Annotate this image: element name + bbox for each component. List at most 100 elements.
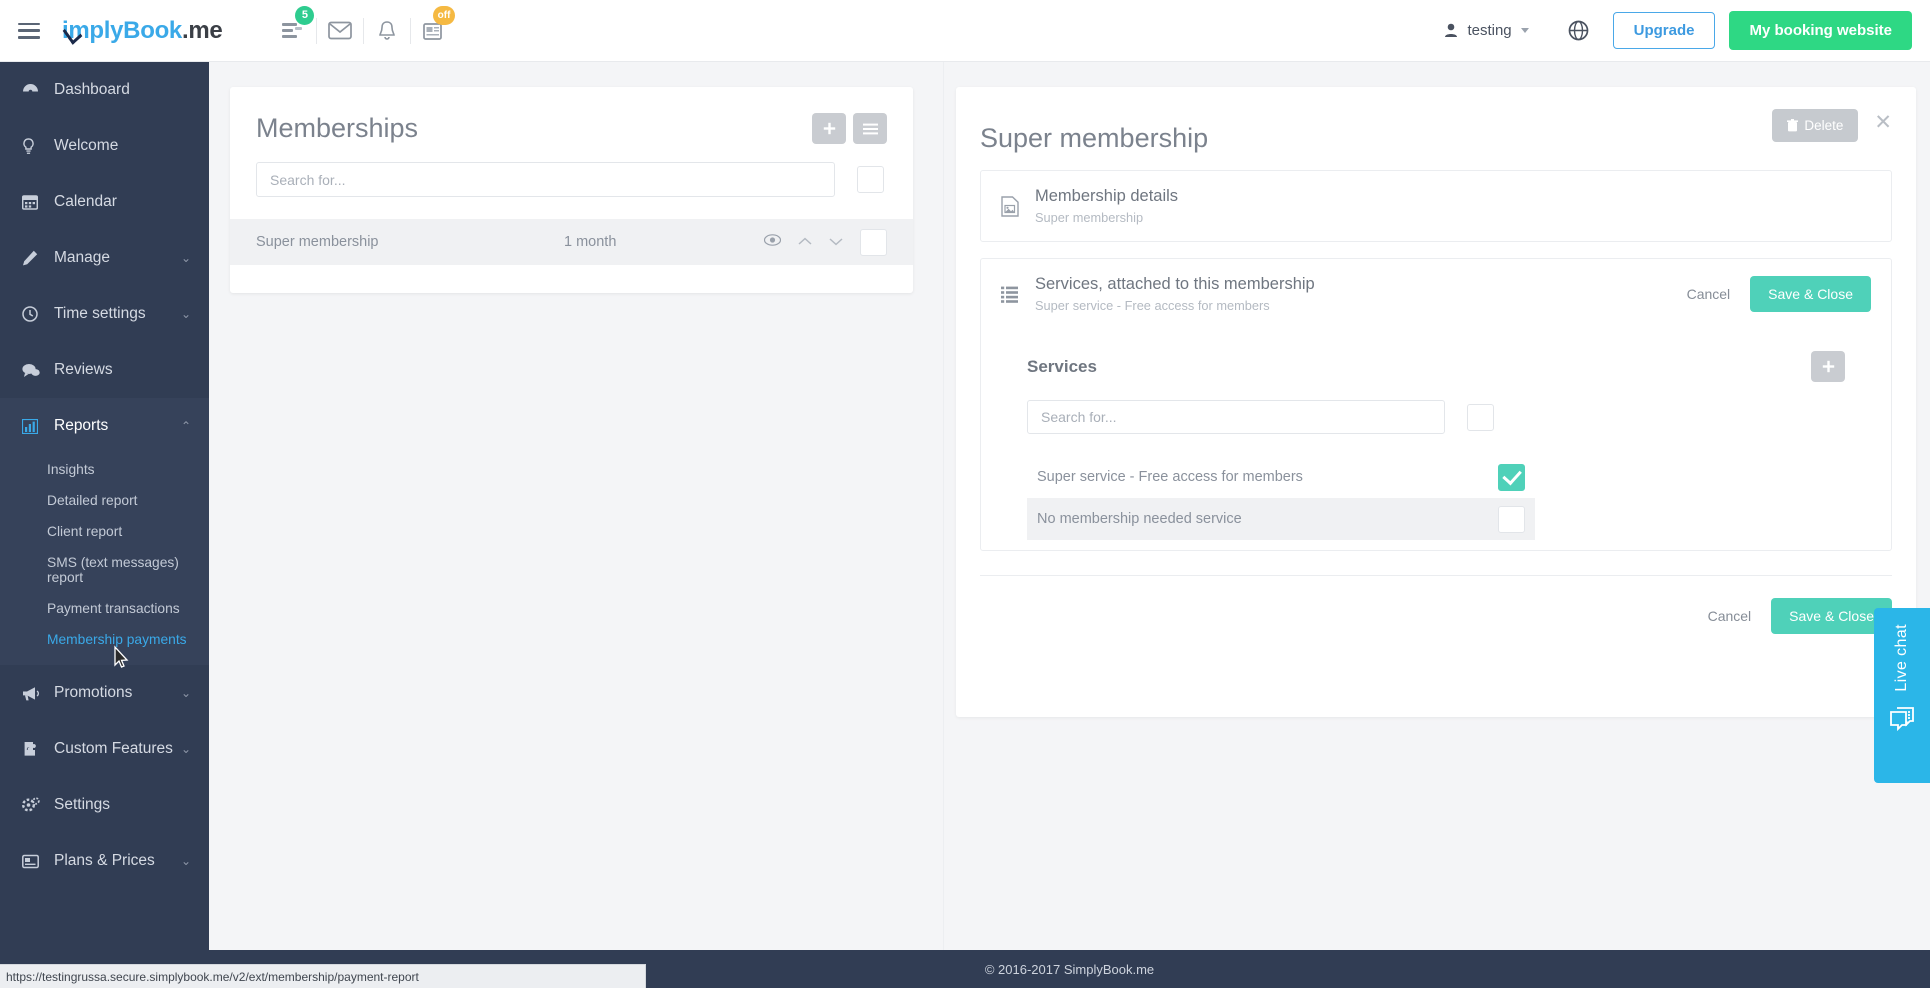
dashboard-icon [22,83,48,97]
mail-icon[interactable] [317,10,363,52]
save-close-button-top[interactable]: Save & Close [1750,276,1871,312]
user-name-label: testing [1467,22,1512,39]
add-membership-button[interactable] [812,113,846,144]
sidebar-nav: Dashboard Welcome Calendar Manage ⌄ Time… [0,62,209,950]
list-item[interactable]: Super service - Free access for members [1027,456,1535,498]
chevron-down-icon: ⌄ [180,686,191,700]
services-select-all-checkbox[interactable] [1467,403,1494,431]
chevron-down-icon: ⌄ [180,251,191,265]
sidebar-item-label: Settings [54,796,111,813]
logo-primary-text: implyBook [62,16,182,44]
header-right-group: testing Upgrade My booking website [1428,11,1930,51]
membership-details-block[interactable]: Membership details Super membership [980,170,1892,242]
service-search-input[interactable]: Search for... [1027,400,1445,434]
services-title: Services [1027,356,1097,376]
trash-icon [1787,119,1799,132]
block-text: Services, attached to this membership Su… [1035,275,1315,313]
service-name: No membership needed service [1037,511,1242,527]
detail-header-actions: Delete ✕ [1772,109,1892,142]
add-service-button[interactable] [1811,351,1845,382]
live-chat-widget[interactable]: Live chat [1874,608,1930,783]
sidebar-item-label: Welcome [54,137,119,154]
my-booking-website-button[interactable]: My booking website [1729,11,1912,50]
row-checkbox[interactable] [860,228,887,256]
sidebar-subitem-client-report[interactable]: Client report [0,516,209,547]
bell-icon[interactable] [364,10,410,52]
sidebar-item-welcome[interactable]: Welcome [0,118,209,174]
sidebar-item-settings[interactable]: Settings [0,777,209,833]
sidebar-subitem-detailed-report[interactable]: Detailed report [0,485,209,516]
memberships-search-row: Search for... [230,144,913,219]
service-checkbox[interactable] [1498,463,1525,491]
mouse-cursor [109,645,131,678]
logo-suffix-text: .me [181,16,223,44]
delete-button[interactable]: Delete [1772,109,1859,142]
membership-duration: 1 month [564,234,617,250]
chat-bubble-icon [1887,706,1917,741]
block-actions: Cancel Save & Close [1687,276,1871,312]
user-menu[interactable]: testing [1428,14,1544,47]
upgrade-button[interactable]: Upgrade [1612,12,1716,49]
sidebar-item-time-settings[interactable]: Time settings ⌄ [0,286,209,342]
delete-label: Delete [1804,118,1844,133]
memberships-panel: Memberships Search for... Super membersh… [230,87,913,293]
pencil-icon [22,250,48,266]
sidebar-subitem-sms-report[interactable]: SMS (text messages) report [0,547,209,593]
table-row[interactable]: Super membership 1 month [230,219,913,265]
card-icon [22,854,48,869]
news-badge: off [432,5,456,25]
membership-list-options-button[interactable] [853,113,887,144]
sidebar-subitem-payment-transactions[interactable]: Payment transactions [0,593,209,624]
memberships-header-actions [812,113,887,144]
search-input[interactable]: Search for... [256,162,835,197]
sidebar-item-label: Calendar [54,193,117,210]
page-title: Memberships [256,113,419,143]
detail-title: Super membership [980,123,1209,153]
services-search-row: Search for... [1027,400,1845,434]
block-header[interactable]: Services, attached to this membership Su… [981,259,1891,329]
close-icon[interactable]: ✕ [1874,112,1892,133]
sidebar-item-calendar[interactable]: Calendar [0,174,209,230]
sidebar-item-reviews[interactable]: Reviews [0,342,209,398]
reports-submenu: Insights Detailed report Client report S… [0,454,209,665]
block-title: Services, attached to this membership [1035,275,1315,293]
simplybook-logo[interactable]: implyBook.me [62,16,223,45]
user-icon [1445,23,1458,37]
chevron-up-icon[interactable] [798,234,812,250]
sidebar-item-label: Promotions [54,684,133,701]
sidebar-subitem-insights[interactable]: Insights [0,454,209,485]
sidebar-item-custom-features[interactable]: Custom Features ⌄ [0,721,209,777]
chevron-down-icon: ⌄ [180,307,191,321]
block-text: Membership details Super membership [1035,187,1178,225]
sidebar-item-plans-prices[interactable]: Plans & Prices ⌄ [0,833,209,889]
chat-icon [22,363,48,378]
block-header: Membership details Super membership [981,171,1891,241]
eye-icon[interactable] [763,234,782,250]
sidebar-item-reports[interactable]: Reports ⌃ [0,398,209,454]
sidebar-subitem-membership-payments[interactable]: Membership payments [0,624,209,655]
detail-footer-actions: Cancel Save & Close [980,575,1892,634]
image-file-icon [1001,195,1035,217]
select-all-checkbox[interactable] [856,166,884,193]
block-subtitle: Super service - Free access for members [1035,298,1270,313]
sidebar-item-label: Manage [54,249,111,266]
status-url: https://testingrussa.secure.simplybook.m… [6,969,419,984]
tasks-icon[interactable]: 5 [270,5,316,52]
sidebar-item-promotions[interactable]: Promotions ⌄ [0,665,209,721]
top-header-bar: implyBook.me 5 off testing Upgrade My bo… [0,0,1930,62]
chevron-down-icon[interactable] [829,234,843,250]
sidebar-item-label: Reviews [54,361,113,378]
membership-detail-panel: Super membership Delete ✕ Membership det… [943,62,1928,950]
header-icon-group: 5 off [270,5,457,52]
service-checkbox[interactable] [1498,505,1525,533]
service-name: Super service - Free access for members [1037,469,1303,485]
clock-icon [22,306,48,322]
list-item[interactable]: No membership needed service [1027,498,1535,540]
news-icon[interactable]: off [411,5,457,52]
globe-icon[interactable] [1557,11,1601,51]
cancel-button-top[interactable]: Cancel [1687,286,1731,302]
sidebar-item-manage[interactable]: Manage ⌄ [0,230,209,286]
cancel-button-bottom[interactable]: Cancel [1708,608,1752,624]
hamburger-icon[interactable] [18,22,40,39]
sidebar-item-dashboard[interactable]: Dashboard [0,62,209,118]
